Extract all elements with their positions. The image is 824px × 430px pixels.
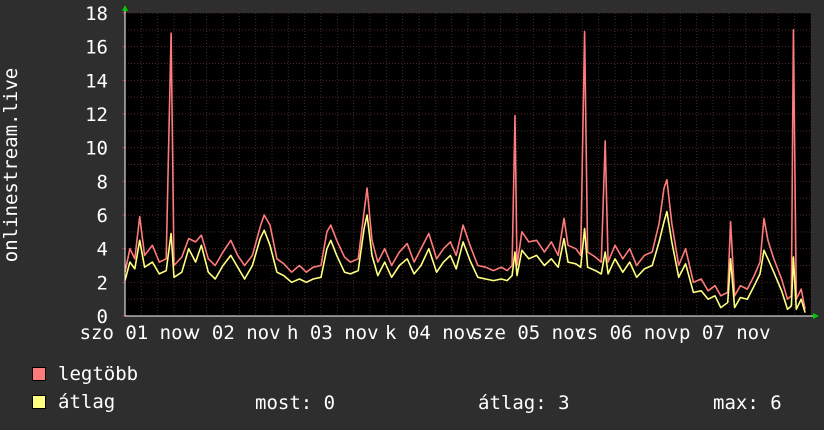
y-axis-arrow-icon (122, 5, 128, 11)
legend-item-max: legtöbb (32, 363, 139, 385)
y-tick-label: 14 (85, 70, 108, 92)
x-tick-label: sze 05 nov (472, 322, 586, 344)
y-axis-ticks: 024681012141618 (85, 3, 125, 328)
x-tick-label: p 07 nov (679, 322, 771, 344)
y-tick-label: 12 (85, 104, 108, 126)
y-tick-label: 2 (97, 272, 108, 294)
y-tick-label: 18 (85, 3, 108, 25)
legend-label-avg: átlag (58, 391, 116, 413)
x-axis-arrow-icon (813, 313, 819, 319)
x-tick-label: k 04 nov (385, 322, 477, 344)
stat-average: átlag: 3 (478, 392, 570, 414)
y-axis-label: onlinestream.live (0, 68, 22, 262)
x-tick-label: szo 01 nov (80, 322, 194, 344)
x-tick-label: v 02 nov (189, 322, 281, 344)
y-tick-label: 10 (85, 138, 108, 160)
chart-container: 0 2 4 6 8 10 12 14 16 18 szo 01 nov v 02 nov h 03 n… (0, 0, 824, 430)
y-tick-label: 16 (85, 37, 108, 59)
legend-label-max: legtöbb (58, 363, 139, 385)
stat-now: most: 0 (255, 392, 336, 414)
y-tick-label: 4 (97, 239, 108, 261)
stat-max: max: 6 (713, 392, 782, 414)
x-tick-label: h 03 nov (287, 322, 379, 344)
legend-item-avg: átlag (32, 391, 116, 413)
y-tick-label: 8 (97, 171, 108, 193)
x-axis-ticks: szo 01 novv 02 nov h 03 nov k 04 novsze 05… (80, 322, 771, 344)
x-tick-label: cs 06 nov (575, 322, 678, 344)
line-chart: 024681012141618 szo 01 novv 02 nov h 03 n… (0, 3, 819, 344)
legend-swatch-max (32, 367, 46, 381)
legend-swatch-avg (32, 395, 46, 409)
y-tick-label: 6 (97, 205, 108, 227)
